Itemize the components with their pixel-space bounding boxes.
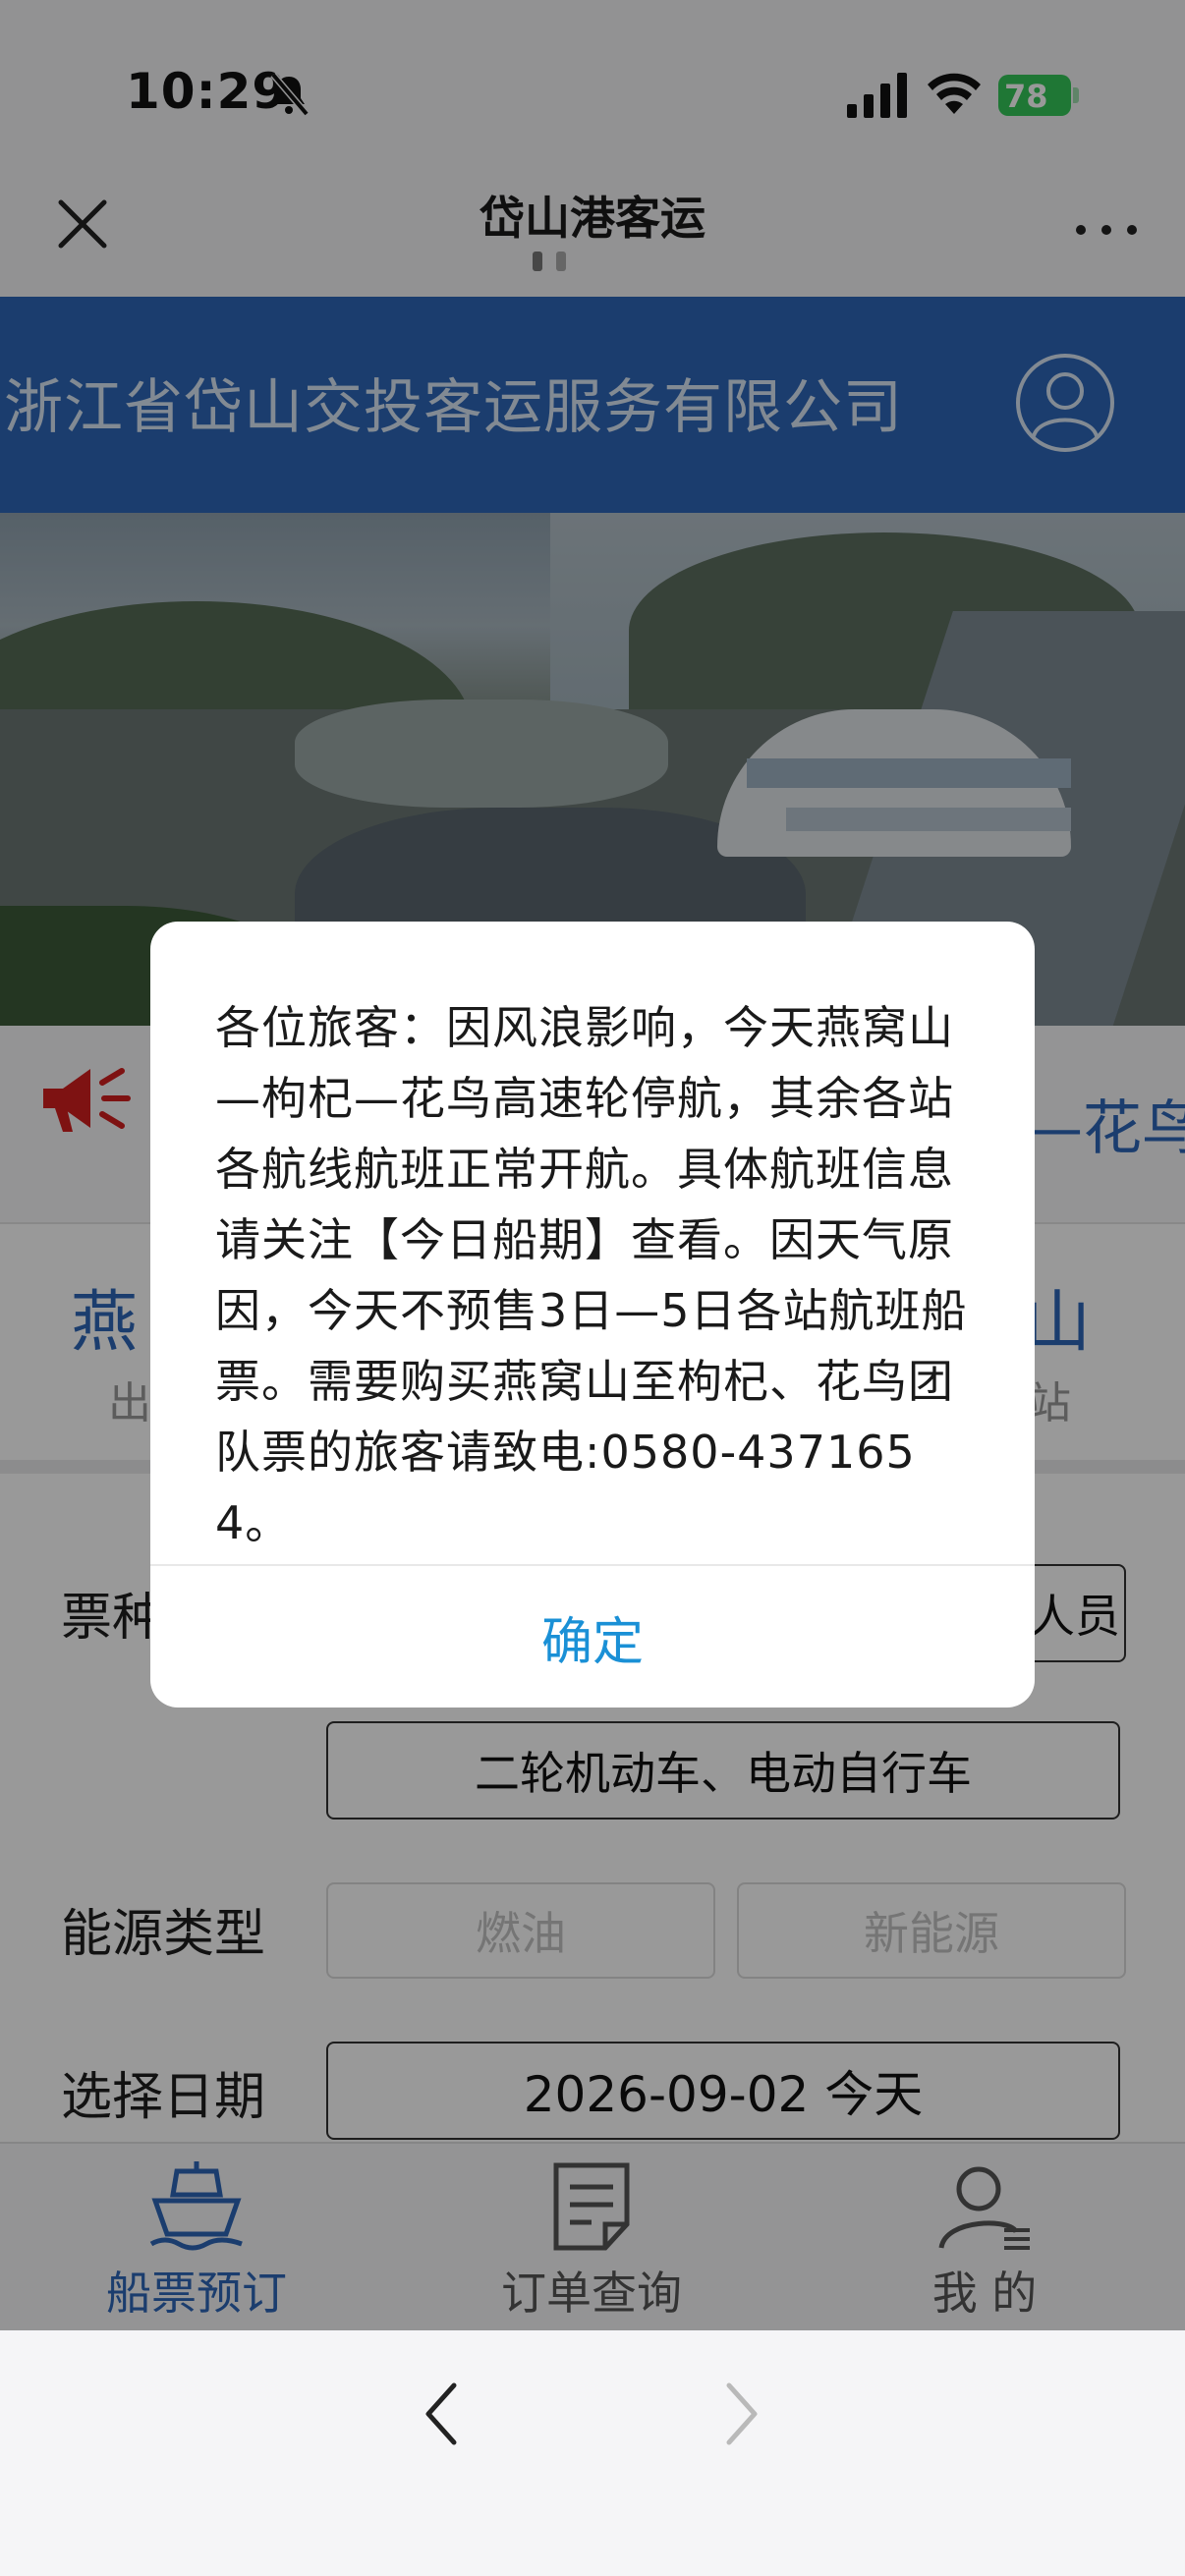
dialog-message: 各位旅客：因风浪影响，今天燕窝山—枸杞—花鸟高速轮停航，其余各站各航线航班正常开…	[215, 1001, 968, 1549]
alert-dialog: 各位旅客：因风浪影响，今天燕窝山—枸杞—花鸟高速轮停航，其余各站各航线航班正常开…	[150, 922, 1035, 1708]
confirm-button[interactable]: 确定	[150, 1566, 1035, 1708]
forward-arrow-icon[interactable]	[717, 2378, 766, 2450]
back-arrow-icon[interactable]	[417, 2378, 466, 2450]
browser-toolbar	[0, 2330, 1185, 2576]
